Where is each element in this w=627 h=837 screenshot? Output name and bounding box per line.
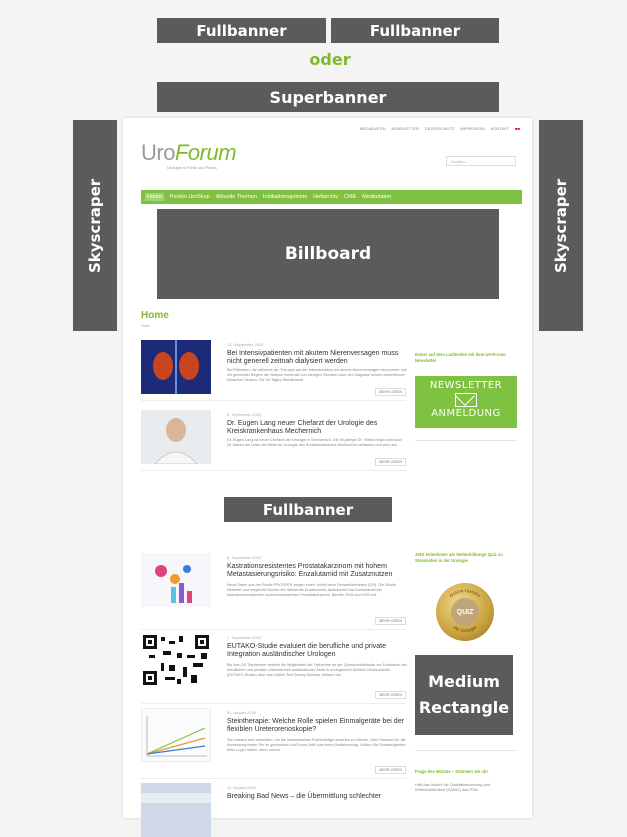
envelope-icon <box>455 393 477 407</box>
top-link[interactable]: MEDIADATEN <box>360 126 386 131</box>
nav-item[interactable]: Mediadaten <box>362 194 391 200</box>
article-item: 31. August 2020 Steintherapie: Welche Ro… <box>141 708 406 779</box>
fullbanner-top-left: Fullbanner <box>157 18 326 43</box>
medium-rectangle: Medium Rectangle <box>415 655 513 735</box>
brand-mark: ■■ <box>515 126 520 131</box>
uroforum-logo[interactable]: UroForum <box>141 140 237 166</box>
article-excerpt: Bis zum 30. September besteht die Möglic… <box>227 663 407 677</box>
top-link[interactable]: NEWSLETTER <box>392 126 419 131</box>
read-more-button[interactable]: MEHR LESEN <box>375 458 406 466</box>
newsletter-heading: Immer auf dem Laufenden mit dem UroForum… <box>415 352 506 363</box>
nav-item[interactable]: Indikationsgebiete <box>263 194 307 200</box>
read-more-button[interactable]: MEHR LESEN <box>375 388 406 396</box>
newsletter-signup-banner[interactable]: NEWSLETTER ANMELDUNG <box>415 376 517 428</box>
article-date: 13. September 2020 <box>227 342 264 347</box>
page-title: Home <box>141 310 169 321</box>
article-item: 31. August 2020 Breaking Bad News – die … <box>141 783 407 837</box>
top-links: MEDIADATEN NEWSLETTER DATENSCHUTZ IMPRES… <box>360 126 520 131</box>
article-excerpt: Sie müssen sich anmelden, um die medizin… <box>227 738 406 752</box>
superbanner: Superbanner <box>157 82 499 112</box>
article-date: 8. September 2020 <box>227 555 262 560</box>
search-input[interactable]: Suchen... <box>446 156 516 166</box>
article-excerpt: Neue Daten aus der Studie PROSPER zeigen… <box>227 583 396 597</box>
article-image <box>141 783 211 837</box>
article-item: 13. September 2020 Bei Intensivpatienten… <box>141 340 407 401</box>
article-excerpt: Bei Patienten, die während der Therapie … <box>227 368 407 382</box>
read-more-button[interactable]: MEHR LESEN <box>375 617 406 625</box>
line-chart-image <box>141 708 211 762</box>
nav-item[interactable]: Punkto UroSkop <box>170 194 210 200</box>
article-date: 31. August 2020 <box>227 710 256 715</box>
nav-item[interactable]: Heftarchiv <box>313 194 338 200</box>
skyscraper-left: Skyscraper <box>73 120 117 331</box>
top-link[interactable]: IMPRESSUM <box>460 126 484 131</box>
article-title[interactable]: Kastrationsresistentes Prostatakarzinom … <box>227 563 407 579</box>
top-link[interactable]: DATENSCHUTZ <box>425 126 454 131</box>
article-item: 8. September 2020 Dr. Eugen Lang neuer C… <box>141 410 406 471</box>
qr-code-image <box>141 633 211 687</box>
question-text: Hält das Institut für Qualitätssicherung… <box>415 782 491 792</box>
article-title[interactable]: Breaking Bad News – die Übermittlung sch… <box>227 793 407 801</box>
svg-text:Online-Update: Online-Update <box>449 588 482 599</box>
molecule-chart-image <box>141 553 211 607</box>
question-of-month-heading: Frage des Monats – Stimmen Sie ab! <box>415 769 488 774</box>
billboard: Billboard <box>157 209 499 299</box>
fullbanner-top-right: Fullbanner <box>331 18 499 43</box>
article-excerpt: Dr. Eugen Lang ist neuer Chefarzt der Ur… <box>227 438 403 447</box>
article-item: 7. September 2020 EUTAKO-Studie evaluier… <box>141 633 407 704</box>
sidebar-divider <box>415 750 517 751</box>
skyscraper-right: Skyscraper <box>539 120 583 331</box>
article-date: 8. September 2020 <box>227 412 262 417</box>
breadcrumb: Start <box>141 323 150 328</box>
article-item: 8. September 2020 Kastrationsresistentes… <box>141 553 406 630</box>
sidebar-divider <box>415 440 517 441</box>
top-link[interactable]: KONTAKT <box>491 126 510 131</box>
nav-item-home[interactable]: Home <box>145 193 164 201</box>
article-date: 31. August 2020 <box>227 785 256 790</box>
article-title[interactable]: Steintherapie: Welche Rolle spielen Einm… <box>227 718 407 734</box>
article-title[interactable]: Bei Intensivpatienten mit akutem Nierenv… <box>227 350 407 366</box>
read-more-button[interactable]: MEHR LESEN <box>375 766 406 774</box>
article-title[interactable]: Dr. Eugen Lang neuer Chefarzt der Urolog… <box>227 420 407 436</box>
nav-item[interactable]: CME <box>344 194 356 200</box>
main-nav: Home Punkto UroSkop Aktuelle Themen Indi… <box>141 190 522 204</box>
quiz-heading: Jetzt teilnehmen am Weiterbildungs-Quiz … <box>415 552 503 563</box>
fullbanner-middle: Fullbanner <box>224 497 392 522</box>
read-more-button[interactable]: MEHR LESEN <box>375 691 406 699</box>
nav-item[interactable]: Aktuelle Themen <box>216 194 257 200</box>
quiz-badge[interactable]: Online-Update der Urologie QUIZ <box>436 583 494 641</box>
logo-tagline: Urologie in Klinik und Praxis <box>167 165 217 170</box>
article-title[interactable]: EUTAKO-Studie evaluiert die berufliche u… <box>227 643 407 659</box>
article-date: 7. September 2020 <box>227 635 262 640</box>
portrait-image <box>141 410 211 464</box>
kidney-image <box>141 340 211 394</box>
oder-label: oder <box>309 50 351 69</box>
